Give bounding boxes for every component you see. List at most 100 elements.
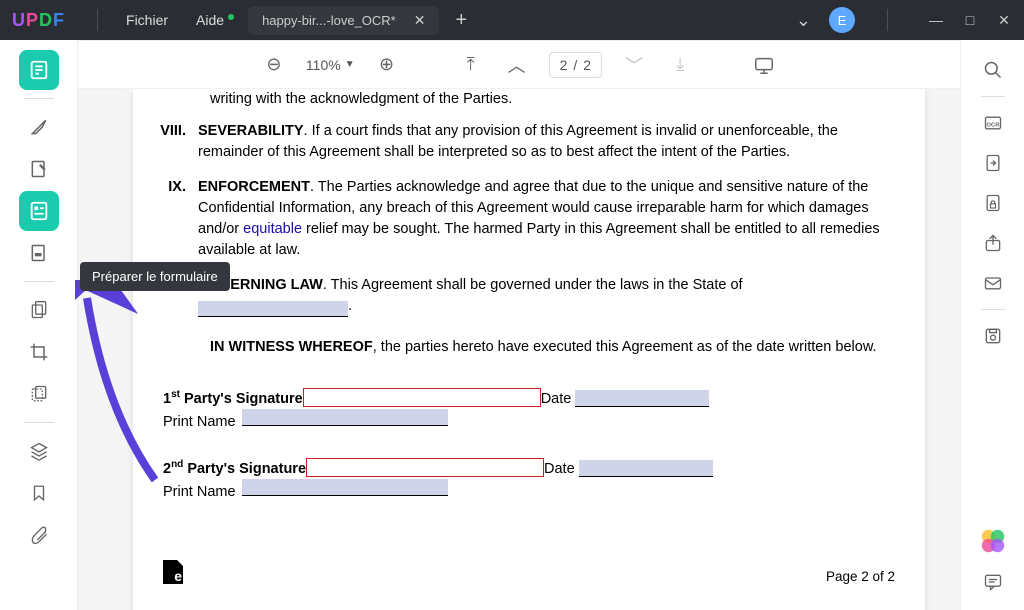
zoom-select[interactable]: 110% ▼ — [306, 57, 355, 73]
protect-button[interactable] — [975, 185, 1011, 221]
comment-icon — [983, 572, 1003, 592]
search-icon — [983, 60, 1003, 80]
chevron-down-icon: ▼ — [345, 59, 355, 70]
form-icon — [28, 200, 50, 222]
divider — [97, 9, 98, 31]
ai-flower-icon[interactable] — [978, 526, 1008, 556]
tab-label: happy-bir...-love_OCR* — [262, 13, 396, 28]
comment-button[interactable] — [975, 564, 1011, 600]
left-sidebar — [0, 40, 78, 610]
signature-field-1[interactable] — [303, 388, 541, 407]
new-tab-button[interactable]: + — [455, 9, 467, 32]
next-page-button[interactable]: ﹀ — [620, 51, 648, 79]
edit-page-icon — [29, 159, 49, 179]
divider — [24, 422, 54, 423]
bookmark-button[interactable] — [19, 473, 59, 513]
date-field-2[interactable] — [579, 460, 713, 477]
close-button[interactable]: ✕ — [996, 12, 1012, 28]
tab-close-icon[interactable]: ✕ — [414, 12, 426, 29]
attachment-button[interactable] — [19, 515, 59, 555]
page-icon — [28, 59, 50, 81]
witness-text: IN WITNESS WHEREOF, the parties hereto h… — [210, 337, 905, 358]
divider — [24, 98, 54, 99]
clause-severability: VIII. SEVERABILITY. If a court finds tha… — [153, 121, 905, 163]
watermark-icon — [29, 384, 49, 404]
crop-button[interactable] — [19, 332, 59, 372]
ocr-button[interactable]: OCR — [975, 105, 1011, 141]
chevron-down-icon[interactable]: ⌄ — [796, 10, 811, 31]
document-page: writing with the acknowledgment of the P… — [133, 89, 925, 610]
redact-button[interactable] — [19, 233, 59, 273]
minimize-button[interactable]: — — [928, 12, 944, 28]
convert-button[interactable] — [975, 145, 1011, 181]
first-page-button[interactable]: ⤒ — [457, 51, 485, 79]
lock-page-icon — [983, 193, 1003, 213]
svg-text:OCR: OCR — [986, 122, 1000, 128]
prepare-form-button[interactable] — [19, 191, 59, 231]
highlight-button[interactable] — [19, 107, 59, 147]
save-button[interactable] — [975, 318, 1011, 354]
print-name-field-1[interactable] — [242, 409, 448, 426]
app-logo: UPDF — [12, 10, 65, 31]
search-button[interactable] — [975, 52, 1011, 88]
page-number: Page 2 of 2 — [826, 569, 895, 584]
edit-button[interactable] — [19, 149, 59, 189]
user-avatar[interactable]: E — [829, 7, 855, 33]
content-area: ⊖ 110% ▼ ⊕ ⤒ ︿ 2 / 2 ﹀ ⤓ writing with t — [78, 40, 960, 610]
link-equitable[interactable]: equitable — [243, 221, 302, 237]
page-total: 2 — [583, 57, 591, 73]
crop-icon — [29, 342, 49, 362]
menu-help-label: Aide — [196, 12, 224, 28]
menu-file[interactable]: Fichier — [112, 12, 182, 28]
divider — [24, 281, 54, 282]
titlebar: UPDF Fichier Aide happy-bir...-love_OCR*… — [0, 0, 1024, 40]
convert-icon — [983, 153, 1003, 173]
layers-icon — [29, 441, 49, 461]
update-dot-icon — [228, 14, 234, 20]
state-field[interactable] — [198, 301, 348, 317]
share-icon — [983, 233, 1003, 253]
print-name-field-2[interactable] — [242, 479, 448, 496]
document-tab[interactable]: happy-bir...-love_OCR* ✕ — [248, 6, 439, 35]
signature-field-2[interactable] — [306, 458, 544, 477]
page-current: 2 — [560, 57, 568, 73]
divider — [981, 309, 1005, 310]
truncated-line: writing with the acknowledgment of the P… — [210, 89, 905, 107]
presentation-icon — [753, 54, 775, 76]
doc-brand-icon: e — [163, 560, 183, 584]
right-sidebar: OCR — [960, 40, 1024, 610]
page-footer: e Page 2 of 2 — [153, 560, 905, 584]
pages-icon — [29, 300, 49, 320]
signature-block-2: 2nd Party's SignatureDate Print Name — [163, 458, 905, 500]
tooltip-prepare-form: Préparer le formulaire — [80, 262, 230, 291]
share-button[interactable] — [975, 225, 1011, 261]
email-button[interactable] — [975, 265, 1011, 301]
last-page-button[interactable]: ⤓ — [666, 51, 694, 79]
clause-enforcement: IX. ENFORCEMENT. The Parties acknowledge… — [153, 177, 905, 261]
prev-page-button[interactable]: ︿ — [503, 51, 531, 79]
pages-button[interactable] — [19, 290, 59, 330]
zoom-out-button[interactable]: ⊖ — [260, 51, 288, 79]
zoom-in-button[interactable]: ⊕ — [373, 51, 401, 79]
maximize-button[interactable]: □ — [962, 12, 978, 28]
divider — [981, 96, 1005, 97]
menu-help[interactable]: Aide — [182, 12, 238, 28]
view-toolbar: ⊖ 110% ▼ ⊕ ⤒ ︿ 2 / 2 ﹀ ⤓ — [78, 41, 960, 89]
clause-governing-law: X. GOVERNING LAW. This Agreement shall b… — [153, 275, 905, 317]
bookmark-icon — [30, 483, 48, 503]
marker-icon — [29, 117, 49, 137]
date-field-1[interactable] — [575, 390, 709, 407]
paperclip-icon — [29, 525, 49, 545]
watermark-button[interactable] — [19, 374, 59, 414]
page-input[interactable]: 2 / 2 — [549, 52, 602, 78]
document-viewport[interactable]: writing with the acknowledgment of the P… — [78, 89, 960, 610]
divider — [887, 9, 888, 31]
clause-number: VIII. — [153, 121, 198, 163]
ocr-icon: OCR — [982, 113, 1004, 133]
reader-mode-button[interactable] — [19, 50, 59, 90]
zoom-value: 110% — [306, 57, 341, 73]
presentation-button[interactable] — [750, 51, 778, 79]
layers-button[interactable] — [19, 431, 59, 471]
save-icon — [983, 326, 1003, 346]
signature-block-1: 1st Party's SignatureDate Print Name — [163, 388, 905, 430]
